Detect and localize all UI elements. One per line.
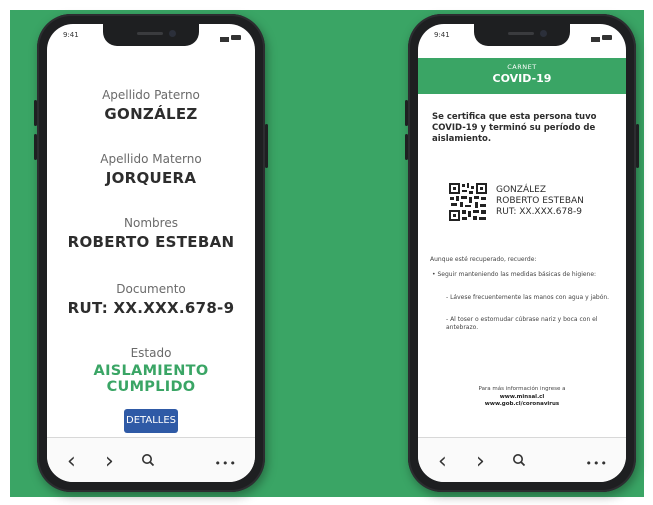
remember-text: Aunque esté recuperado, recuerde:	[430, 256, 537, 263]
field-label: Estado	[130, 346, 172, 360]
battery-icon	[602, 34, 612, 40]
footer-link-gob[interactable]: www.gob.cl/coronavirus	[485, 401, 559, 407]
field-documento: Documento RUT: XX.XXX.678-9	[47, 282, 255, 317]
field-label: Apellido Paterno	[102, 88, 200, 102]
field-estado: Estado AISLAMIENTO CUMPLIDO	[47, 346, 255, 395]
qr-names: ROBERTO ESTEBAN	[496, 196, 584, 206]
battery-icon	[231, 34, 241, 40]
more-icon[interactable]: •••	[586, 457, 608, 470]
field-label: Apellido Materno	[100, 152, 202, 166]
qr-rut: RUT: XX.XXX.678-9	[496, 207, 582, 217]
volume-up-button	[405, 100, 408, 126]
info-footer: Para más información ingrese a www.minsa…	[418, 386, 626, 409]
status-time: 9:41	[434, 31, 450, 39]
more-icon[interactable]: •••	[215, 457, 237, 470]
volume-down-button	[34, 134, 37, 160]
field-value: ROBERTO ESTEBAN	[67, 233, 235, 251]
browser-bottom-bar: ‹ › •••	[47, 437, 255, 482]
bullet-hygiene: • Seguir manteniendo las medidas básicas…	[432, 271, 597, 278]
status-icons	[591, 32, 612, 42]
bullet-wash-hands: - Lávese frecuentemente las manos con ag…	[446, 294, 610, 301]
qr-code-icon	[448, 182, 488, 222]
right-phone: 9:41 CARNET COVID-19 Se certifica que es…	[405, 14, 639, 492]
field-nombres: Nombres ROBERTO ESTEBAN	[47, 216, 255, 251]
back-icon[interactable]: ‹	[438, 449, 447, 474]
power-button	[265, 124, 268, 168]
footer-intro: Para más información ingrese a	[478, 386, 566, 392]
volume-down-button	[405, 134, 408, 160]
field-value: RUT: XX.XXX.678-9	[67, 299, 235, 317]
carnet-header: CARNET COVID-19	[418, 58, 626, 94]
footer-link-minsal[interactable]: www.minsal.cl	[500, 394, 545, 400]
field-label: Nombres	[124, 216, 178, 230]
details-button[interactable]: DETALLES	[124, 409, 178, 433]
volume-up-button	[34, 100, 37, 126]
bullet-cover-cough: - Al toser o estornudar cúbrase nariz y …	[446, 316, 598, 331]
search-icon[interactable]	[512, 452, 526, 471]
browser-bottom-bar: ‹ › •••	[418, 437, 626, 482]
status-time: 9:41	[63, 31, 79, 39]
status-icons	[220, 32, 241, 42]
search-icon[interactable]	[141, 452, 155, 471]
left-screen: 9:41 Apellido Paterno GONZÁLEZ Apellido …	[47, 24, 255, 482]
qr-surname: GONZÁLEZ	[496, 185, 546, 195]
back-icon[interactable]: ‹	[67, 449, 76, 474]
left-phone: 9:41 Apellido Paterno GONZÁLEZ Apellido …	[34, 14, 268, 492]
power-button	[636, 124, 639, 168]
forward-icon[interactable]: ›	[105, 449, 114, 474]
forward-icon[interactable]: ›	[476, 449, 485, 474]
header-title: COVID-19	[492, 72, 552, 85]
field-apellido-materno: Apellido Materno JORQUERA	[47, 152, 255, 187]
header-small-text: CARNET	[507, 63, 537, 71]
right-screen: 9:41 CARNET COVID-19 Se certifica que es…	[418, 24, 626, 482]
status-value: AISLAMIENTO CUMPLIDO	[93, 363, 209, 395]
field-value: GONZÁLEZ	[104, 105, 198, 123]
notch	[474, 24, 570, 46]
field-apellido-paterno: Apellido Paterno GONZÁLEZ	[47, 88, 255, 123]
field-value: JORQUERA	[105, 169, 197, 187]
signal-icon	[591, 32, 600, 42]
certification-text: Se certifica que esta persona tuvo COVID…	[432, 112, 597, 144]
field-label: Documento	[116, 282, 186, 296]
notch	[103, 24, 199, 46]
qr-info: GONZÁLEZ ROBERTO ESTEBAN RUT: XX.XXX.678…	[496, 185, 584, 218]
signal-icon	[220, 32, 229, 42]
